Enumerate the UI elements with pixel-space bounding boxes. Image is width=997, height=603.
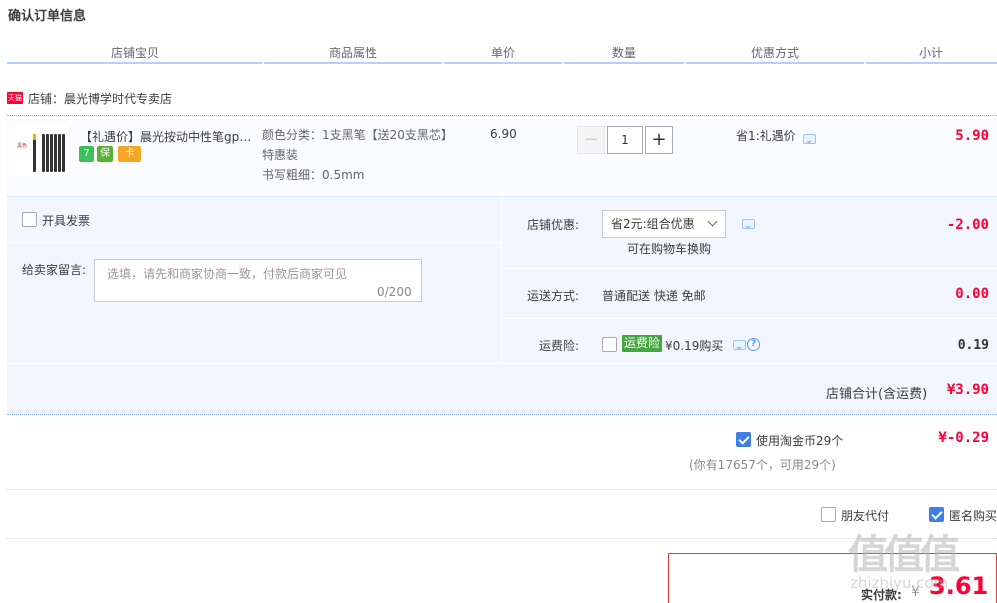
invoice-label: 开具发票 [42, 214, 91, 228]
qty-input[interactable]: 1 [607, 126, 643, 154]
shop-discount-value: 省2元:组合优惠 [611, 217, 695, 231]
shipping-amount: 0.00 [955, 286, 989, 302]
tmall-icon: 天猫 [7, 92, 23, 104]
product-thumbnail[interactable]: 黑色 [15, 124, 67, 176]
shop-discount-hint: 可在购物车换购 [627, 242, 712, 256]
product-attr-size: 书写粗细：0.5mm [262, 168, 365, 182]
watermark-url: zhizhiyu.com [850, 574, 949, 592]
qty-increase-button[interactable]: + [645, 126, 673, 154]
divider [501, 197, 502, 363]
header-underline [444, 62, 562, 64]
use-coins-label: 使用淘金币29个 [756, 434, 844, 448]
invoice-checkbox[interactable] [22, 212, 37, 227]
divider [7, 363, 997, 364]
anonymous-label: 匿名购买 [949, 509, 997, 523]
divider [502, 318, 997, 319]
message-placeholder: 选填，请先和商家协商一致，付款后商家可见 [107, 267, 348, 281]
insurance-tag: 运费险 [622, 335, 663, 352]
message-label: 给卖家留言: [22, 263, 87, 277]
col-header-quantity: 数量 [611, 46, 636, 60]
guarantee-icon[interactable]: 保 [97, 146, 113, 162]
shop-discount-amount: -2.00 [946, 217, 989, 233]
chat-icon[interactable] [803, 134, 816, 144]
product-title-link[interactable]: 【礼遇价】晨光按动中性笔gp1008速干中性笔 [80, 128, 258, 145]
message-char-count: 0/200 [377, 285, 412, 299]
col-header-price: 单价 [490, 46, 515, 60]
shop-total-value: ¥3.90 [946, 382, 989, 398]
credit-card-icon[interactable]: 卡 [118, 146, 141, 162]
divider [7, 242, 501, 243]
chat-icon[interactable] [733, 340, 746, 350]
coins-balance-note: (你有17657个，可用29个) [689, 458, 836, 472]
insurance-label: 运费险: [539, 339, 580, 353]
item-subtotal: 5.90 [955, 128, 989, 144]
shop-discount-select[interactable]: 省2元:组合优惠 [602, 210, 726, 238]
col-header-subtotal: 小计 [918, 46, 943, 60]
insurance-checkbox[interactable] [602, 337, 617, 352]
promo-method: 省1:礼遇价 [736, 129, 796, 143]
help-icon[interactable]: ? [747, 338, 760, 351]
col-header-attributes: 商品属性 [328, 46, 377, 60]
insurance-amount: 0.19 [957, 338, 989, 353]
coins-discount-amount: ¥-0.29 [938, 430, 989, 446]
header-underline [7, 62, 262, 64]
col-header-shop-item: 店铺宝贝 [110, 46, 159, 60]
seven-day-return-icon[interactable]: 7 [79, 146, 94, 162]
friend-pay-checkbox[interactable] [821, 507, 836, 522]
shipping-method: 普通配送 快递 免邮 [602, 289, 706, 303]
anonymous-checkbox[interactable] [929, 507, 944, 522]
insurance-price: ¥0.19购买 [665, 339, 724, 353]
header-underline [686, 62, 864, 64]
chat-icon[interactable] [742, 219, 755, 229]
header-underline [866, 62, 997, 64]
shipping-label: 运送方式: [527, 289, 580, 303]
shop-discount-label: 店铺优惠: [527, 218, 580, 232]
col-header-discount: 优惠方式 [750, 46, 799, 60]
page-title: 确认订单信息 [8, 9, 87, 24]
divider [502, 268, 997, 269]
unit-price: 6.90 [490, 127, 517, 141]
watermark-logo: 值值值 [848, 532, 960, 578]
shop-name-link[interactable]: 店铺：晨光博学时代专卖店 [28, 90, 172, 107]
divider [7, 489, 997, 490]
chevron-down-icon [707, 216, 718, 227]
product-attr-color: 颜色分类：1支黑笔【送20支黑芯】特惠装 [262, 128, 447, 162]
shop-total-label: 店铺合计(含运费) [826, 387, 928, 402]
qty-decrease-button[interactable]: − [577, 126, 605, 154]
use-coins-checkbox[interactable] [736, 432, 751, 447]
header-underline [564, 62, 684, 64]
header-underline [264, 62, 442, 64]
